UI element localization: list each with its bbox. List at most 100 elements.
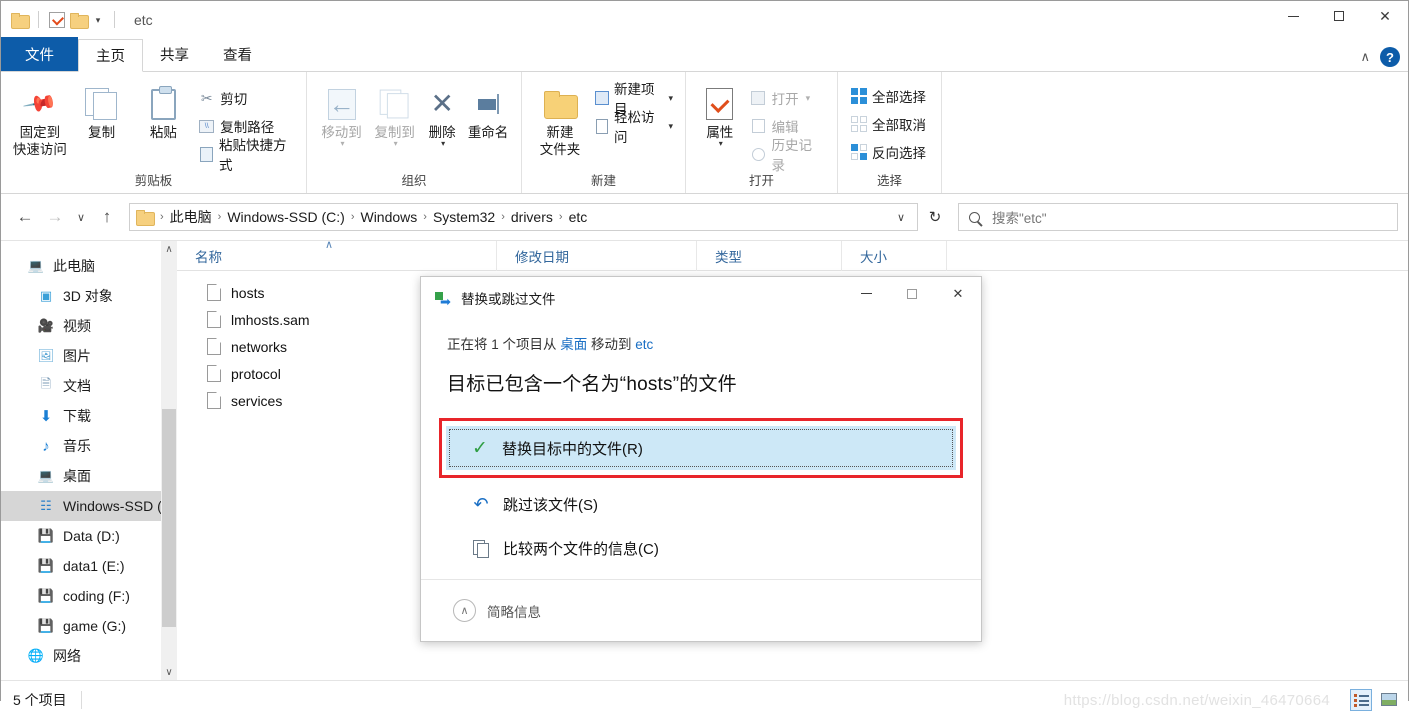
group-title-new: 新建 xyxy=(522,170,685,193)
address-bar: ← → ∨ ↑ › 此电脑 › Windows-SSD (C:) › Windo… xyxy=(1,194,1408,240)
option-label: 替换目标中的文件(R) xyxy=(502,438,643,459)
cut-button[interactable]: ✂ 剪切 xyxy=(194,86,298,110)
scroll-down-icon[interactable]: ∨ xyxy=(165,664,172,680)
sidebar-item-label: 视频 xyxy=(63,316,91,336)
sidebar-item-label: 网络 xyxy=(53,646,81,666)
tab-view[interactable]: 查看 xyxy=(206,38,269,71)
copy-button[interactable]: 复制 xyxy=(71,78,133,141)
folder-icon[interactable] xyxy=(11,13,28,27)
minimize-button[interactable] xyxy=(1270,1,1316,31)
sidebar-item-game-g[interactable]: 💾 game (G:) xyxy=(1,611,177,641)
pin-to-quick-access-button[interactable]: 📌 固定到 快速访问 xyxy=(9,78,71,158)
recent-locations-button[interactable]: ∨ xyxy=(71,203,91,231)
delete-button[interactable]: ✕ 删除 ▾ xyxy=(421,78,463,148)
details-view-button[interactable] xyxy=(1350,689,1372,711)
select-none-icon xyxy=(850,116,867,133)
breadcrumb[interactable]: › 此电脑 › Windows-SSD (C:) › Windows › Sys… xyxy=(129,203,918,231)
option-compare-files[interactable]: 比较两个文件的信息(C) xyxy=(447,526,955,570)
breadcrumb-item-windows-ssd[interactable]: Windows-SSD (C:) xyxy=(224,209,347,225)
collapse-ribbon-icon[interactable]: ∧ xyxy=(1360,49,1370,65)
sidebar-item-videos[interactable]: 🎥 视频 xyxy=(1,311,177,341)
source-link[interactable]: 桌面 xyxy=(560,337,587,352)
properties-button[interactable]: 属性 ▾ xyxy=(694,78,746,148)
history-button[interactable]: 历史记录 xyxy=(746,142,829,166)
sidebar-item-coding-f[interactable]: 💾 coding (F:) xyxy=(1,581,177,611)
sidebar-item-3d-objects[interactable]: ▣ 3D 对象 xyxy=(1,281,177,311)
sidebar-item-music[interactable]: ♪ 音乐 xyxy=(1,431,177,461)
tab-home[interactable]: 主页 xyxy=(78,39,143,72)
highlight-box: ✓ 替换目标中的文件(R) xyxy=(439,418,963,478)
chevron-up-icon[interactable]: ∧ xyxy=(453,599,476,622)
sidebar-item-data-d[interactable]: 💾 Data (D:) xyxy=(1,521,177,551)
paste-shortcut-button[interactable]: 粘贴快捷方式 xyxy=(194,142,298,166)
thumbnail-view-button[interactable] xyxy=(1378,689,1400,711)
chevron-down-icon[interactable]: ▾ xyxy=(92,12,104,28)
copy-to-button[interactable]: 复制到 ▾ xyxy=(368,78,421,148)
sidebar-item-pictures[interactable]: 🖼 图片 xyxy=(1,341,177,371)
dialog-close-button[interactable]: ✕ xyxy=(935,277,981,310)
sidebar-item-this-pc[interactable]: 💻 此电脑 xyxy=(1,251,177,281)
chevron-down-icon[interactable]: ▾ xyxy=(668,93,673,104)
search-input[interactable]: 搜索"etc" xyxy=(958,203,1398,231)
breadcrumb-separator: › xyxy=(498,211,508,223)
dialog-footer[interactable]: ∧ 简略信息 xyxy=(421,579,981,641)
column-header-size[interactable]: 大小 xyxy=(842,241,947,271)
scroll-up-icon[interactable]: ∧ xyxy=(165,241,172,257)
rename-button[interactable]: 重命名 xyxy=(463,78,513,141)
forward-button[interactable]: → xyxy=(41,203,69,231)
drive-icon: 💾 xyxy=(37,527,55,545)
tab-share[interactable]: 共享 xyxy=(143,38,206,71)
chevron-down-icon[interactable]: ▾ xyxy=(806,93,811,104)
column-header-name[interactable]: 名称 ∧ xyxy=(177,241,497,271)
ribbon-group-open: 属性 ▾ 打开 ▾ 编辑 xyxy=(686,72,838,193)
chevron-down-icon[interactable]: ▾ xyxy=(441,139,445,148)
easy-access-button[interactable]: 轻松访问 ▾ xyxy=(590,114,677,138)
chevron-down-icon[interactable]: ∨ xyxy=(897,211,911,224)
chevron-down-icon[interactable]: ▾ xyxy=(394,139,398,148)
select-all-button[interactable]: 全部选择 xyxy=(846,84,930,108)
thumbnail-view-icon xyxy=(1381,693,1397,706)
sidebar-item-downloads[interactable]: ⬇ 下载 xyxy=(1,401,177,431)
sidebar-item-windows-ssd[interactable]: ☷ Windows-SSD ( xyxy=(1,491,177,521)
paste-button[interactable]: 粘贴 xyxy=(132,78,194,141)
back-button[interactable]: ← xyxy=(11,203,39,231)
easy-access-icon xyxy=(594,118,609,135)
column-header-type[interactable]: 类型 xyxy=(697,241,842,271)
chevron-down-icon[interactable]: ▾ xyxy=(341,139,345,148)
option-replace-file[interactable]: ✓ 替换目标中的文件(R) xyxy=(446,426,956,470)
option-skip-file[interactable]: ↶ 跳过该文件(S) xyxy=(447,482,955,526)
help-icon[interactable]: ? xyxy=(1380,47,1400,67)
chevron-down-icon[interactable]: ▾ xyxy=(668,121,673,132)
maximize-button[interactable] xyxy=(1316,1,1362,31)
refresh-button[interactable]: ↻ xyxy=(920,203,950,231)
chevron-down-icon[interactable]: ▾ xyxy=(719,139,723,148)
pin-icon: 📌 xyxy=(26,84,53,124)
dialog-minimize-button[interactable] xyxy=(843,277,889,310)
move-to-button[interactable]: ← 移动到 ▾ xyxy=(315,78,368,148)
invert-selection-button[interactable]: 反向选择 xyxy=(846,140,930,164)
target-link[interactable]: etc xyxy=(635,337,653,352)
open-button[interactable]: 打开 ▾ xyxy=(746,86,829,110)
sidebar-item-network[interactable]: 🌐 网络 xyxy=(1,641,177,671)
sidebar-item-desktop[interactable]: 💻 桌面 xyxy=(1,461,177,491)
checkbox-icon[interactable] xyxy=(49,12,65,28)
breadcrumb-item-drivers[interactable]: drivers xyxy=(508,209,556,225)
tab-file[interactable]: 文件 xyxy=(1,37,78,71)
scrollbar-thumb[interactable] xyxy=(162,409,176,627)
select-none-button[interactable]: 全部取消 xyxy=(846,112,930,136)
sidebar-item-documents[interactable]: 🗎 文档 xyxy=(1,371,177,401)
up-button[interactable]: ↑ xyxy=(93,203,121,231)
breadcrumb-item-etc[interactable]: etc xyxy=(566,209,591,225)
rename-icon xyxy=(478,84,499,124)
breadcrumb-item-system32[interactable]: System32 xyxy=(430,209,498,225)
close-button[interactable]: ✕ xyxy=(1362,1,1408,31)
column-label: 修改日期 xyxy=(515,246,569,266)
folder-icon[interactable] xyxy=(70,13,87,27)
dialog-maximize-button[interactable] xyxy=(889,277,935,310)
close-icon: ✕ xyxy=(953,286,964,302)
breadcrumb-item-windows[interactable]: Windows xyxy=(357,209,420,225)
sidebar-item-data1-e[interactable]: 💾 data1 (E:) xyxy=(1,551,177,581)
breadcrumb-item-this-pc[interactable]: 此电脑 xyxy=(167,207,215,227)
new-folder-button[interactable]: 新建 文件夹 xyxy=(530,78,590,158)
column-header-modified[interactable]: 修改日期 xyxy=(497,241,697,271)
